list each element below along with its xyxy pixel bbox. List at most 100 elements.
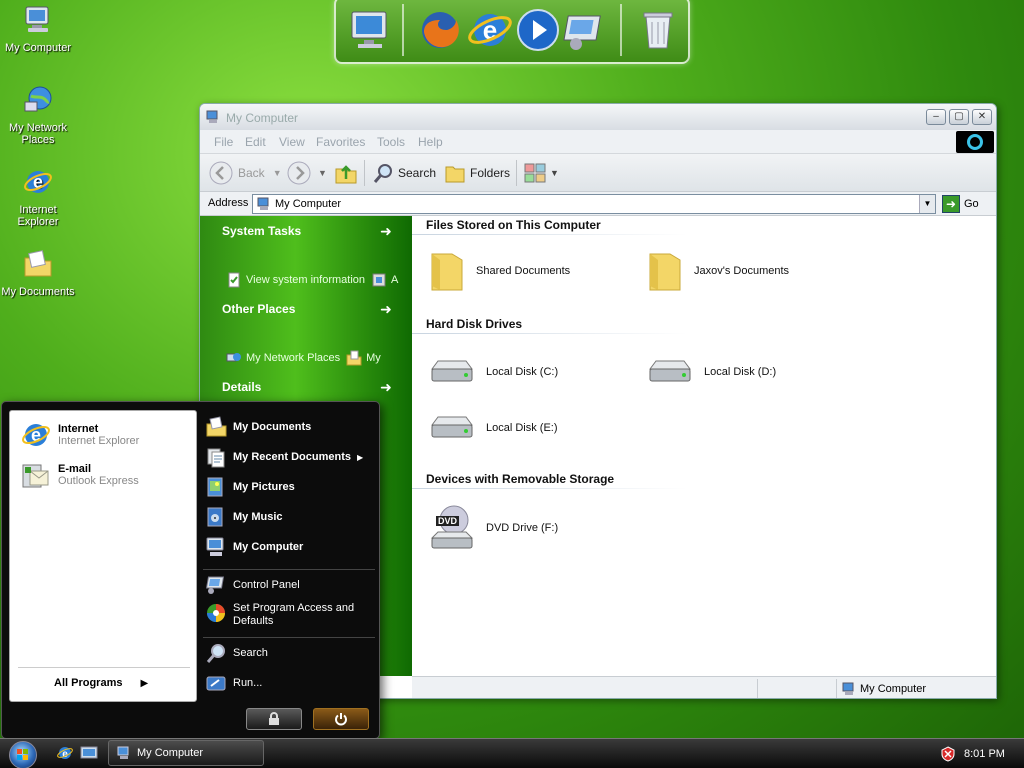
outlook-express-icon <box>20 459 52 491</box>
start-item-label: My Music <box>233 511 283 523</box>
other-places-header[interactable]: Other Places <box>222 302 295 316</box>
jaxov-documents-item[interactable]: Jaxov's Documents <box>646 250 789 292</box>
monitor-icon[interactable] <box>346 6 394 54</box>
collapse-arrow-icon[interactable]: ➜ <box>378 380 394 396</box>
pinned-name: Internet <box>58 423 139 435</box>
clock[interactable]: 8:01 PM <box>964 748 1005 760</box>
computer-icon <box>205 536 227 558</box>
power-button[interactable] <box>313 708 369 730</box>
back-label: Back <box>238 166 265 180</box>
all-programs-label: All Programs <box>54 677 122 689</box>
local-disk-c-item[interactable]: Local Disk (C:) <box>428 357 558 387</box>
menu-edit[interactable]: Edit <box>245 135 266 149</box>
pinned-email[interactable]: E-mailOutlook Express <box>20 459 139 491</box>
desktop-icon-my-computer[interactable]: My Computer <box>0 4 76 54</box>
local-disk-d-item[interactable]: Local Disk (D:) <box>646 357 776 387</box>
menu-tools[interactable]: Tools <box>377 135 405 149</box>
chevron-down-icon: ▼ <box>550 168 559 178</box>
go-arrow-icon: ➜ <box>942 195 960 213</box>
computer-icon <box>842 682 856 696</box>
pinned-sub: Outlook Express <box>58 475 139 487</box>
forward-button[interactable]: ▼ <box>286 160 327 186</box>
pinned-internet[interactable]: e InternetInternet Explorer <box>20 419 139 451</box>
section-removable-storage: Devices with Removable Storage <box>426 472 614 486</box>
computer-icon <box>117 746 131 760</box>
start-my-pictures[interactable]: My Pictures <box>205 476 295 498</box>
start-menu-divider <box>203 637 375 638</box>
control-panel-icon[interactable] <box>562 6 610 54</box>
status-bar: My Computer <box>412 676 997 699</box>
menu-favorites[interactable]: Favorites <box>316 135 365 149</box>
collapse-arrow-icon[interactable]: ➜ <box>378 224 394 240</box>
start-search[interactable]: Search <box>205 642 268 664</box>
section-divider <box>412 333 687 334</box>
chevron-down-icon: ▼ <box>273 168 282 178</box>
lock-button[interactable] <box>246 708 302 730</box>
view-system-info-label: View system information <box>246 274 365 286</box>
start-run[interactable]: Run... <box>205 672 262 694</box>
status-divider <box>757 679 758 699</box>
start-button[interactable] <box>9 741 37 768</box>
start-my-recent-documents[interactable]: My Recent Documents ▶ <box>205 446 363 468</box>
system-tasks-header[interactable]: System Tasks <box>222 224 301 238</box>
close-button[interactable]: ✕ <box>972 109 992 125</box>
computer-icon <box>22 4 54 36</box>
system-info-icon <box>226 272 242 288</box>
quicklaunch-internet-explorer-icon[interactable]: e <box>56 744 74 762</box>
address-input[interactable]: My Computer ▼ <box>252 194 936 214</box>
maximize-button[interactable]: ▢ <box>949 109 969 125</box>
chevron-down-icon: ▼ <box>318 168 327 178</box>
recycle-bin-icon[interactable] <box>634 6 682 54</box>
all-programs-button[interactable]: All Programs ▶ <box>54 677 148 689</box>
start-item-label: Run... <box>233 677 262 689</box>
start-item-label: My Computer <box>233 541 303 553</box>
start-control-panel[interactable]: Control Panel <box>205 574 300 596</box>
address-value: My Computer <box>275 198 341 210</box>
menu-file[interactable]: File <box>214 135 233 149</box>
title-bar[interactable]: My Computer – ▢ ✕ <box>200 104 996 130</box>
music-icon <box>205 506 227 528</box>
documents-folder-icon <box>346 350 362 366</box>
minimize-button[interactable]: – <box>926 109 946 125</box>
status-divider <box>836 679 837 699</box>
desktop-icon-my-documents[interactable]: My Documents <box>0 248 76 298</box>
menu-view[interactable]: View <box>279 135 305 149</box>
details-header[interactable]: Details <box>222 380 261 394</box>
shared-documents-item[interactable]: Shared Documents <box>428 250 570 292</box>
dvd-badge: DVD <box>436 516 459 526</box>
arrow-right-icon: ▶ <box>140 678 148 689</box>
up-folder-button[interactable] <box>334 160 358 186</box>
menu-help[interactable]: Help <box>418 135 443 149</box>
start-menu: e InternetInternet Explorer E-mailOutloo… <box>1 401 380 739</box>
taskbar-button-label: My Computer <box>137 747 203 759</box>
address-dropdown-icon[interactable]: ▼ <box>919 195 935 213</box>
internet-explorer-icon[interactable]: e <box>466 6 514 54</box>
folders-button[interactable]: Folders <box>444 160 510 186</box>
media-player-icon[interactable] <box>514 6 562 54</box>
taskbar-button-my-computer[interactable]: My Computer <box>108 740 264 766</box>
desktop-icon-my-network-places[interactable]: My Network Places <box>0 84 76 146</box>
back-button[interactable]: Back ▼ <box>208 160 282 186</box>
desktop-icon-internet-explorer[interactable]: e Internet Explorer <box>0 166 76 228</box>
folders-label: Folders <box>470 166 510 180</box>
security-alert-icon[interactable] <box>940 746 956 762</box>
start-set-program-access[interactable]: Set Program Access and Defaults <box>205 602 354 628</box>
start-my-music[interactable]: My Music <box>205 506 283 528</box>
views-button[interactable]: ▼ <box>524 160 559 186</box>
firefox-icon[interactable] <box>416 6 464 54</box>
go-button[interactable]: ➜ Go <box>942 195 979 213</box>
my-network-places-link[interactable]: My Network Places My <box>226 350 381 366</box>
quicklaunch-show-desktop-icon[interactable] <box>80 744 98 762</box>
start-my-computer[interactable]: My Computer <box>205 536 303 558</box>
desktop: { "desktop": { "icons": [ {"label": "My … <box>0 0 1024 768</box>
desktop-icon-label: My Network Places <box>0 122 76 146</box>
collapse-arrow-icon[interactable]: ➜ <box>378 302 394 318</box>
all-programs-divider <box>18 667 190 668</box>
local-disk-e-item[interactable]: Local Disk (E:) <box>428 413 558 443</box>
power-icon <box>334 712 348 726</box>
dvd-drive-item[interactable]: DVD DVD Drive (F:) <box>428 504 558 552</box>
start-my-documents[interactable]: My Documents <box>205 416 311 438</box>
view-system-info-link[interactable]: View system information A <box>226 272 398 288</box>
recent-documents-icon <box>205 446 227 468</box>
search-button[interactable]: Search <box>372 160 436 186</box>
